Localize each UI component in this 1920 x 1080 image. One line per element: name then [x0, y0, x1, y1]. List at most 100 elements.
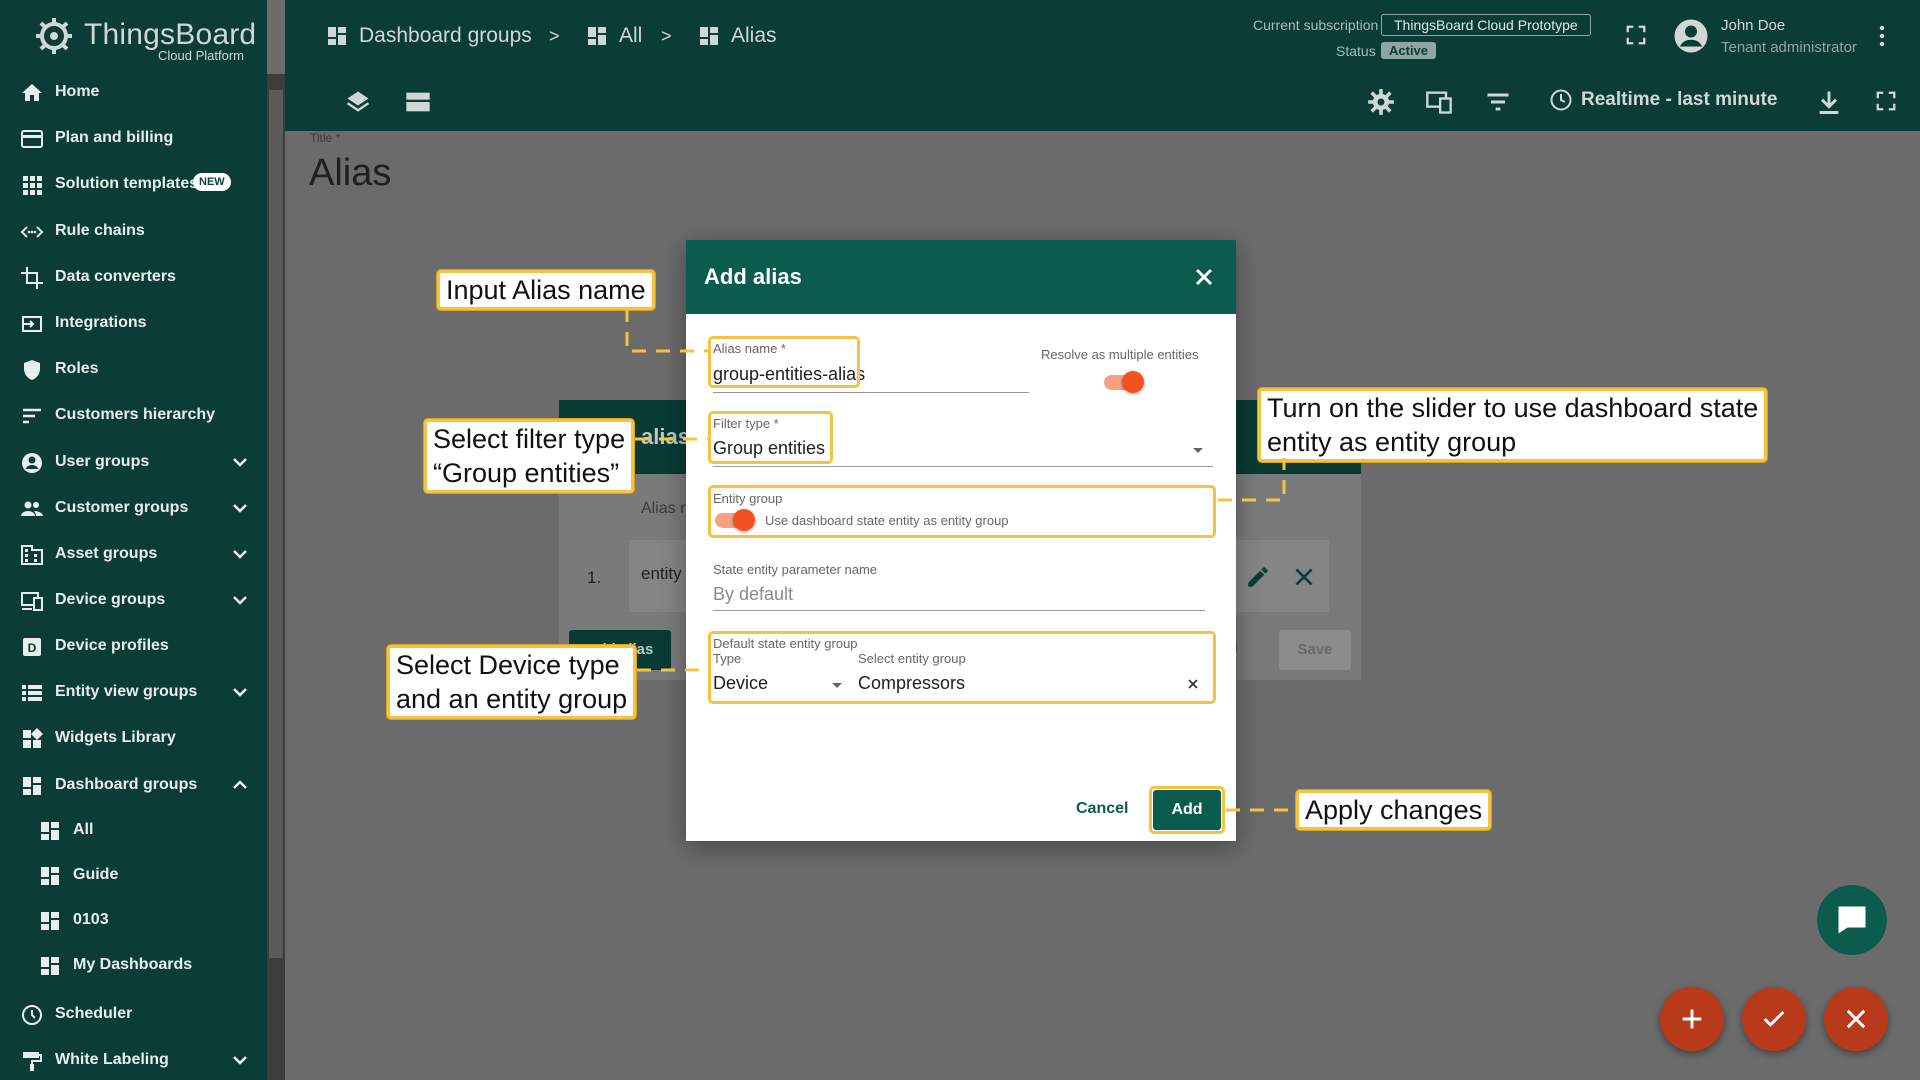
expand-icon[interactable]: [1875, 90, 1897, 112]
decline-changes-button[interactable]: [1824, 987, 1888, 1051]
sidebar-item-device-groups[interactable]: Device groups: [0, 580, 267, 620]
chat-button[interactable]: [1817, 885, 1887, 955]
shield-icon: [24, 360, 40, 380]
status-badge: Active: [1381, 42, 1437, 59]
chevron-down-icon[interactable]: [230, 498, 250, 518]
toggle-knob: [1122, 371, 1144, 393]
chevron-down-icon[interactable]: [230, 1050, 250, 1070]
sidebar-item-label: Roles: [55, 360, 99, 377]
apply-changes-button[interactable]: [1742, 987, 1806, 1051]
sidebar-item-scheduler[interactable]: Scheduler: [0, 994, 267, 1034]
state-param-underline: [713, 610, 1205, 611]
sidebar-item-customers-hierarchy[interactable]: Customers hierarchy: [0, 395, 267, 435]
breadcrumb-all[interactable]: All: [585, 24, 642, 48]
fullscreen-icon[interactable]: [1625, 24, 1647, 46]
sidebar-item-label: Scheduler: [55, 1005, 133, 1022]
callout-connector: [1218, 458, 1286, 502]
layout-icon[interactable]: [404, 88, 432, 116]
sidebar-item-device-profiles[interactable]: D Device profiles: [0, 626, 267, 666]
title-field-label: Title *: [310, 131, 341, 145]
subscription-value[interactable]: ThingsBoard Cloud Prototype: [1381, 14, 1591, 36]
resolve-multiple-label: Resolve as multiple entities: [1041, 347, 1199, 362]
close-icon: [1846, 1009, 1866, 1029]
status-label: Status: [1336, 43, 1376, 59]
billing-icon: [21, 130, 43, 148]
dashboard-icon: [328, 27, 346, 45]
chat-icon: [1838, 906, 1866, 934]
alias-row-entity[interactable]: entity: [641, 564, 682, 584]
sidebar-item-integrations[interactable]: Integrations: [0, 303, 267, 343]
add-button-highlight: [1149, 786, 1225, 834]
sidebar: ThingsBoard Cloud Platform Home Plan and…: [0, 0, 267, 1080]
callout-text: Apply changes: [1305, 795, 1483, 825]
sidebar-item-0103[interactable]: 0103: [0, 900, 267, 940]
chevron-up-icon[interactable]: [230, 775, 250, 795]
dialog-header: Add alias: [686, 240, 1236, 314]
sidebar-item-home[interactable]: Home: [0, 72, 267, 112]
sidebar-item-entity-view-groups[interactable]: Entity view groups: [0, 672, 267, 712]
filter-icon[interactable]: [1484, 88, 1512, 116]
chevron-down-icon[interactable]: [230, 682, 250, 702]
sidebar-item-roles[interactable]: Roles: [0, 349, 267, 389]
entity-aliases-icon[interactable]: [1425, 88, 1453, 116]
state-param-input[interactable]: By default: [713, 584, 793, 605]
settings-icon[interactable]: [1367, 88, 1395, 116]
sidebar-item-all[interactable]: All: [0, 810, 267, 850]
sidebar-scrollbar-thumb[interactable]: [269, 90, 283, 958]
dropdown-arrow-icon[interactable]: [1191, 443, 1205, 457]
sidebar-item-user-groups[interactable]: User groups: [0, 442, 267, 482]
chevron-down-icon[interactable]: [230, 544, 250, 564]
callout-text: Select Device type: [396, 650, 620, 680]
resolve-multiple-toggle[interactable]: [1102, 370, 1144, 394]
sidebar-item-my-dashboards[interactable]: My Dashboards: [0, 945, 267, 985]
sidebar-item-widgets-library[interactable]: Widgets Library: [0, 718, 267, 758]
add-alias-dialog: Add alias Alias name * group-entities-al…: [686, 240, 1236, 841]
chevron-down-icon[interactable]: [230, 590, 250, 610]
sidebar-item-label: Home: [55, 83, 100, 100]
callout-text: Select filter type: [433, 424, 626, 454]
sidebar-item-asset-groups[interactable]: Asset groups: [0, 534, 267, 574]
sidebar-item-label: Device profiles: [55, 637, 169, 654]
format-paint-icon: [23, 1052, 42, 1071]
callout-filter-type: Select filter type “Group entities”: [424, 419, 635, 493]
sidebar-item-rule-chains[interactable]: Rule chains: [0, 211, 267, 251]
sidebar-item-label: Dashboard groups: [55, 776, 198, 793]
edit-icon[interactable]: [1245, 564, 1271, 590]
layers-icon[interactable]: [344, 88, 372, 116]
sidebar-item-solution-templates[interactable]: Solution templates NEW: [0, 164, 267, 204]
check-icon: [1763, 1010, 1785, 1027]
brand-logo[interactable]: ThingsBoard Cloud Platform: [32, 12, 262, 68]
callout-text: Input Alias name: [446, 275, 646, 305]
add-widget-button[interactable]: [1660, 987, 1724, 1051]
breadcrumb-label: Dashboard groups: [359, 24, 532, 47]
alias-name-underline: [713, 392, 1029, 393]
save-button[interactable]: Save: [1279, 630, 1351, 670]
sidebar-item-plan-billing[interactable]: Plan and billing: [0, 118, 267, 158]
dashboard-icon: [41, 822, 59, 840]
callout-text: and an entity group: [396, 684, 628, 714]
download-icon[interactable]: [1815, 88, 1843, 116]
more-vert-icon[interactable]: [1876, 24, 1888, 48]
sidebar-item-label: Data converters: [55, 268, 176, 285]
avatar-icon[interactable]: [1673, 18, 1709, 54]
timewindow-button[interactable]: Realtime - last minute: [1549, 88, 1777, 112]
dashboard-icon: [588, 27, 606, 45]
page-title[interactable]: Alias: [309, 152, 391, 195]
sidebar-item-white-labeling[interactable]: White Labeling: [0, 1040, 267, 1080]
callout-apply: Apply changes: [1296, 790, 1492, 830]
state-param-label: State entity parameter name: [713, 562, 878, 577]
apps-icon: [23, 176, 42, 195]
sidebar-item-guide[interactable]: Guide: [0, 855, 267, 895]
close-icon[interactable]: [1291, 564, 1317, 590]
device-profile-icon: D: [23, 638, 41, 656]
chevron-down-icon[interactable]: [230, 452, 250, 472]
sidebar-item-dashboard-groups[interactable]: Dashboard groups: [0, 765, 267, 805]
sidebar-item-customer-groups[interactable]: Customer groups: [0, 488, 267, 528]
sidebar-item-label: 0103: [73, 911, 109, 928]
sidebar-item-label: Solution templates: [55, 175, 199, 192]
breadcrumb-dashboard-groups[interactable]: Dashboard groups: [325, 24, 532, 48]
user-role: Tenant administrator: [1721, 39, 1857, 56]
close-icon[interactable]: [1192, 265, 1216, 289]
cancel-button[interactable]: Cancel: [1076, 800, 1128, 818]
sidebar-item-data-converters[interactable]: Data converters: [0, 257, 267, 297]
